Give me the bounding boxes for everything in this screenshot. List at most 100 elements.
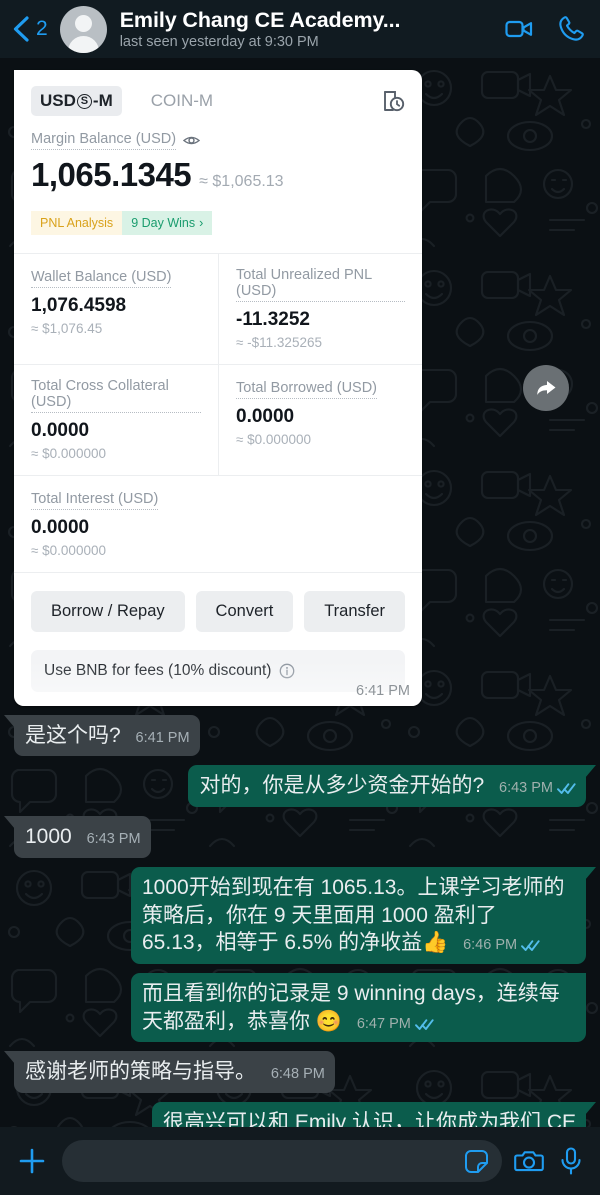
- stat-sub: ≈ $1,076.45: [31, 320, 103, 336]
- card-tabs: USD S -M COIN-M: [31, 86, 405, 116]
- bubble-tail-out: [585, 765, 596, 779]
- chat-title-block[interactable]: Emily Chang CE Academy... last seen yest…: [120, 8, 494, 50]
- message-time: 6:43 PM: [499, 780, 553, 797]
- message-row-card: USD S -M COIN-M Margin Balance (USD) 1,0…: [14, 70, 586, 706]
- card-action-buttons: Borrow / Repay Convert Transfer: [14, 573, 422, 650]
- message-input[interactable]: [80, 1151, 463, 1171]
- message-row: 而且看到你的记录是 9 winning days，连续每天都盈利，恭喜你 😊 6…: [14, 972, 586, 1043]
- message-time: 6:43 PM: [86, 831, 141, 848]
- bnb-fee-banner[interactable]: Use BNB for fees (10% discount): [31, 649, 405, 692]
- stats-row: Wallet Balance (USD) 1,076.4598 ≈ $1,076…: [14, 253, 422, 365]
- stat-label: Wallet Balance (USD): [31, 269, 172, 288]
- chat-message-area[interactable]: USD S -M COIN-M Margin Balance (USD) 1,0…: [0, 58, 600, 1127]
- message-bubble-incoming[interactable]: 是这个吗? 6:41 PM: [4, 714, 200, 757]
- tab-coin-m[interactable]: COIN-M: [142, 86, 222, 116]
- message-text: 对的，你是从多少资金开始的?: [199, 774, 485, 798]
- camera-icon[interactable]: [514, 1146, 544, 1176]
- convert-button[interactable]: Convert: [195, 590, 294, 632]
- card-badges: PNL Analysis 9 Day Wins ›: [31, 210, 405, 235]
- card-timestamp: 6:41 PM: [356, 682, 410, 699]
- card-top-section: USD S -M COIN-M Margin Balance (USD) 1,0…: [14, 70, 422, 235]
- stat-value: 0.0000: [236, 405, 295, 427]
- message-composer-bar: [0, 1127, 600, 1195]
- message-time: 6:41 PM: [135, 729, 190, 746]
- message-text: 而且看到你的记录是 9 winning days，连续每天都盈利，恭喜你: [142, 981, 560, 1033]
- read-receipt-icon: [521, 940, 540, 952]
- tab-usds-m[interactable]: USD S -M: [31, 86, 122, 116]
- tab-usds-suffix: -M: [92, 91, 113, 110]
- card-stats-grid: Wallet Balance (USD) 1,076.4598 ≈ $1,076…: [14, 252, 422, 573]
- plus-attach-icon[interactable]: [14, 1143, 50, 1179]
- day-wins-badge[interactable]: 9 Day Wins ›: [122, 210, 213, 235]
- message-time: 6:48 PM: [270, 1066, 325, 1083]
- read-receipt-icon: [557, 783, 576, 795]
- margin-balance-label-row: Margin Balance (USD): [31, 131, 405, 150]
- borrow-repay-button[interactable]: Borrow / Repay: [31, 590, 185, 632]
- stat-cell-cross-collateral: Total Cross Collateral (USD) 0.0000 ≈ $0…: [14, 365, 218, 475]
- stat-label: Total Unrealized PNL (USD): [236, 267, 405, 302]
- pnl-analysis-badge[interactable]: PNL Analysis: [31, 210, 123, 235]
- message-row: 是这个吗? 6:41 PM: [4, 714, 586, 757]
- stat-sub: ≈ $0.000000: [31, 542, 106, 558]
- stat-value: 0.0000: [31, 419, 90, 441]
- message-meta: 6:41 PM: [136, 729, 190, 748]
- thumbs-up-emoji: 👍: [422, 931, 449, 955]
- back-button[interactable]: 2: [10, 15, 48, 43]
- message-meta: 6:46 PM: [463, 936, 540, 955]
- stat-cell-total-interest: Total Interest (USD) 0.0000 ≈ $0.000000: [14, 476, 422, 572]
- info-circle-icon[interactable]: [279, 663, 295, 679]
- margin-balance-row: 1,065.1345 ≈ $1,065.13: [31, 156, 405, 194]
- smiling-face-emoji: 😊: [315, 1009, 342, 1033]
- bnb-fee-text: Use BNB for fees (10% discount): [44, 661, 272, 679]
- message-text: 感谢老师的策略与指导。: [25, 1060, 256, 1084]
- stat-cell-unrealized-pnl: Total Unrealized PNL (USD) -11.3252 ≈ -$…: [218, 253, 422, 364]
- message-text: 很高兴可以和 Emily 认识，让你成为我们 CE: [162, 1111, 576, 1127]
- message-row: 对的，你是从多少资金开始的? 6:43 PM: [14, 765, 596, 808]
- message-bubble-outgoing[interactable]: 对的，你是从多少资金开始的? 6:43 PM: [188, 765, 596, 808]
- stat-cell-wallet-balance: Wallet Balance (USD) 1,076.4598 ≈ $1,076…: [14, 254, 218, 364]
- message-meta: 6:43 PM: [499, 779, 576, 798]
- stats-row: Total Cross Collateral (USD) 0.0000 ≈ $0…: [14, 364, 422, 476]
- chevron-left-icon: [13, 16, 29, 42]
- margin-balance-label: Margin Balance (USD): [31, 131, 177, 150]
- message-bubble-outgoing[interactable]: 而且看到你的记录是 9 winning days，连续每天都盈利，恭喜你 😊 6…: [131, 972, 586, 1043]
- stat-label: Total Cross Collateral (USD): [31, 378, 201, 413]
- stat-label: Total Interest (USD): [31, 491, 159, 510]
- forward-message-button[interactable]: [523, 364, 569, 411]
- read-receipt-icon: [414, 1018, 434, 1030]
- stats-row: Total Interest (USD) 0.0000 ≈ $0.000000: [14, 476, 422, 573]
- forward-arrow-icon: [537, 380, 556, 395]
- sticker-icon[interactable]: [463, 1148, 490, 1175]
- message-bubble-outgoing[interactable]: 1000开始到现在有 1065.13。上课学习老师的策略后，你在 9 天里面用 …: [131, 866, 596, 964]
- margin-balance-value: 1,065.1345: [31, 155, 192, 193]
- video-call-icon[interactable]: [504, 14, 534, 44]
- message-row: 很高兴可以和 Emily 认识，让你成为我们 CE: [14, 1102, 596, 1127]
- avatar[interactable]: [59, 5, 107, 53]
- order-history-icon[interactable]: [381, 89, 405, 113]
- message-meta: 6:43 PM: [87, 830, 141, 849]
- eye-visibility-icon[interactable]: [183, 134, 201, 147]
- transfer-button[interactable]: Transfer: [304, 590, 405, 632]
- message-bubble-incoming[interactable]: 感谢老师的策略与指导。 6:48 PM: [4, 1051, 335, 1094]
- bubble-tail-in: [4, 816, 15, 830]
- bubble-tail-in: [4, 714, 15, 728]
- bubble-tail-out: [585, 866, 596, 880]
- message-meta: 6:47 PM: [357, 1015, 434, 1034]
- usds-symbol-icon: S: [76, 93, 92, 109]
- page-title: Emily Chang CE Academy...: [119, 7, 401, 32]
- stat-sub: ≈ -$11.325265: [236, 334, 322, 350]
- message-row: 感谢老师的策略与指导。 6:48 PM: [4, 1051, 586, 1094]
- message-input-container[interactable]: [62, 1140, 502, 1182]
- chat-header: 2 Emily Chang CE Academy... last seen ye…: [0, 0, 600, 58]
- bubble-tail-out: [585, 1102, 596, 1116]
- message-bubble-incoming[interactable]: 1000 6:43 PM: [4, 816, 151, 858]
- bubble-tail-in: [4, 1051, 15, 1065]
- binance-futures-card[interactable]: USD S -M COIN-M Margin Balance (USD) 1,0…: [14, 70, 422, 706]
- message-bubble-outgoing-partial[interactable]: 很高兴可以和 Emily 认识，让你成为我们 CE: [151, 1102, 596, 1127]
- voice-call-icon[interactable]: [556, 14, 586, 44]
- microphone-icon[interactable]: [556, 1146, 586, 1176]
- stat-value: 0.0000: [31, 516, 90, 538]
- avatar-head: [74, 14, 92, 32]
- header-actions: [494, 14, 586, 44]
- message-list: USD S -M COIN-M Margin Balance (USD) 1,0…: [0, 58, 600, 1127]
